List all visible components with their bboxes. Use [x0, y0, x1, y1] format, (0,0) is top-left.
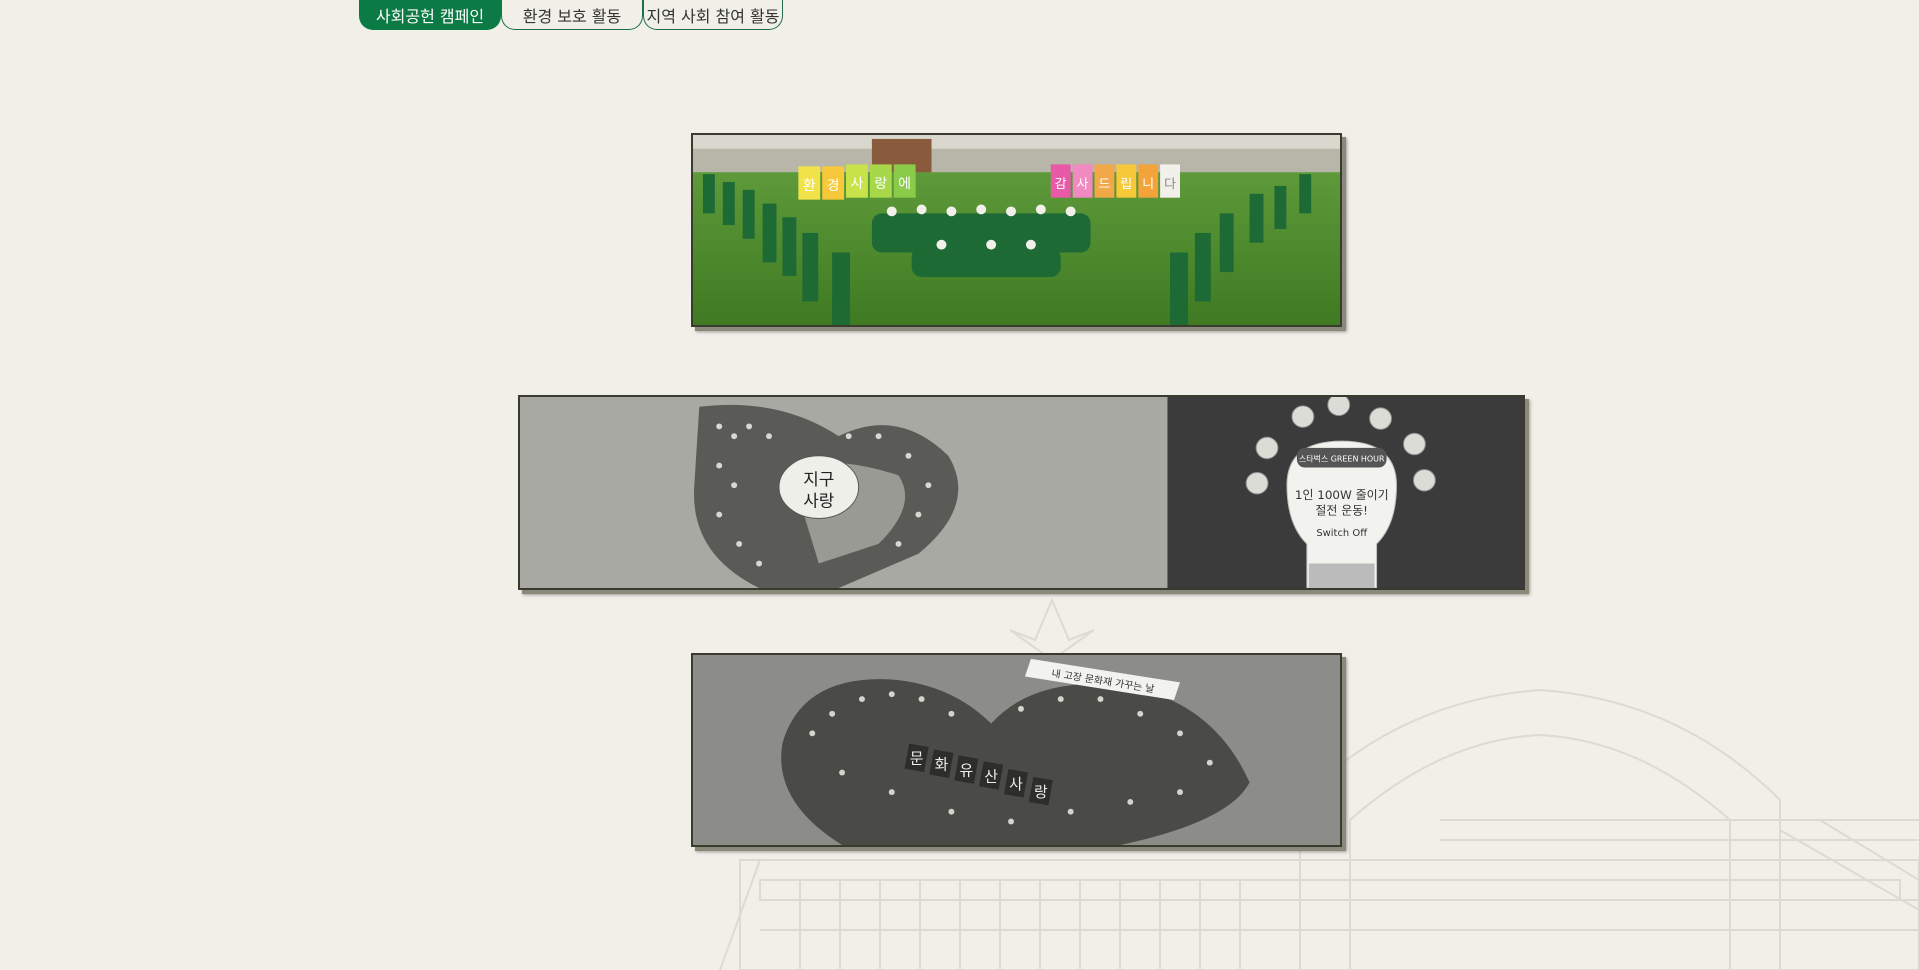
- sign-letter: 랑: [874, 176, 887, 192]
- bulb-line-1: 1인 100W 줄이기: [1295, 488, 1389, 502]
- sign-letter: 감: [1055, 177, 1067, 192]
- tab-community-participation[interactable]: 지역 사회 참여 활동: [643, 0, 783, 30]
- sign-letter: 립: [1120, 177, 1132, 192]
- sign-letter: 니: [1142, 177, 1154, 192]
- sign-letter: 경: [827, 178, 840, 194]
- photo-cultural-heritage-heart: 내 고장 문화재 가꾸는 날 문 화 유 산 사 랑: [691, 653, 1342, 847]
- tab-environment-protection[interactable]: 환경 보호 활동: [501, 0, 643, 30]
- bulb-switch-off: Switch Off: [1316, 528, 1367, 539]
- heritage-sign-letter: 화: [935, 757, 949, 774]
- heritage-sign-letter: 유: [959, 763, 973, 780]
- sign-letter: 환: [803, 178, 816, 194]
- heritage-sign-letter: 사: [1009, 776, 1023, 793]
- heritage-sign-letter: 랑: [1034, 784, 1048, 801]
- sign-letter: 다: [1164, 177, 1176, 192]
- earth-sign-line-2: 사랑: [803, 491, 834, 511]
- bulb-header: 스타벅스 GREEN HOUR: [1299, 454, 1385, 464]
- sign-letter: 사: [851, 176, 864, 192]
- bulb-line-2: 절전 운동!: [1315, 504, 1368, 518]
- sign-letter: 사: [1077, 177, 1089, 192]
- heritage-sign-letter: 문: [910, 751, 924, 768]
- sign-letter: 에: [898, 176, 911, 192]
- earth-sign-line-1: 지구: [803, 469, 834, 489]
- photo-earth-love-green-hour: 지구 사랑 스타벅스 GREEN HOUR 1인 100W 줄이기 절전 운동!…: [518, 395, 1525, 590]
- sign-letter: 드: [1099, 177, 1111, 192]
- campaign-tabs: 사회공헌 캠페인 환경 보호 활동 지역 사회 참여 활동: [359, 0, 783, 32]
- tab-social-contribution-campaign[interactable]: 사회공헌 캠페인: [359, 0, 501, 30]
- heritage-sign-letter: 산: [984, 768, 998, 785]
- photo-environment-love-heart: 환 경 사 랑 에 감 사 드 립 니 다: [691, 133, 1342, 327]
